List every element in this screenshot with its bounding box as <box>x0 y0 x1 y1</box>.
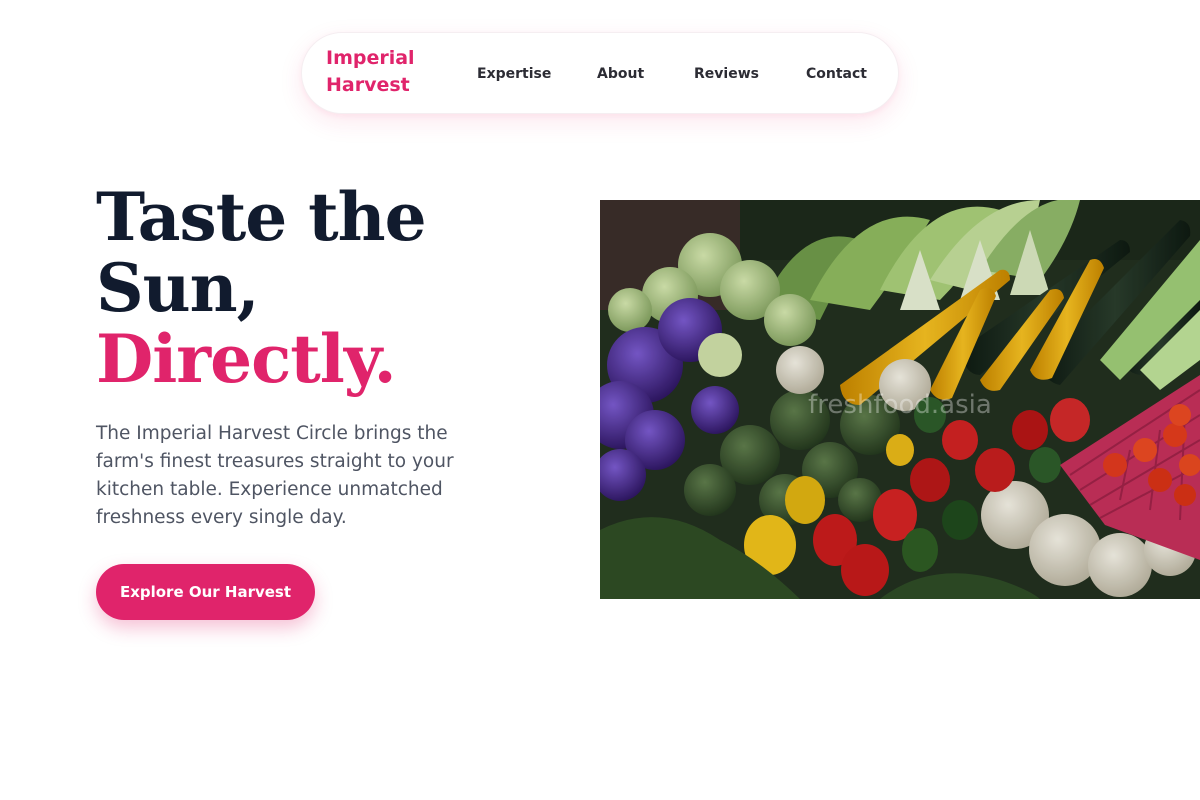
hero-description: The Imperial Harvest Circle brings the f… <box>96 423 454 528</box>
nav-link-reviews[interactable]: Reviews <box>694 64 759 84</box>
vegetable-illustration: freshfood.asia <box>600 200 1200 599</box>
nav-link-expertise[interactable]: Expertise <box>477 64 551 84</box>
headline-line-2: Sun, <box>96 249 260 327</box>
image-watermark: freshfood.asia <box>808 390 992 420</box>
page: Imperial Harvest Expertise About Reviews… <box>0 0 1200 800</box>
nav-link-about[interactable]: About <box>597 64 644 84</box>
headline-accent: Directly. <box>96 320 397 398</box>
brand-logo[interactable]: Imperial Harvest <box>326 45 436 99</box>
hero-vegetable-image: freshfood.asia <box>600 200 1200 599</box>
top-nav: Imperial Harvest Expertise About Reviews… <box>301 32 899 114</box>
explore-harvest-button[interactable]: Explore Our Harvest <box>96 564 315 620</box>
headline-line-1: Taste the <box>96 178 427 256</box>
hero-headline: Taste the Sun, Directly. <box>96 178 427 398</box>
nav-link-contact[interactable]: Contact <box>806 64 867 84</box>
